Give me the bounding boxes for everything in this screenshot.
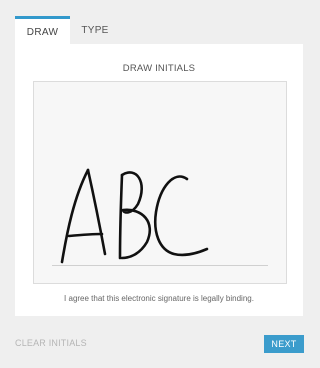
tab-draw-label: DRAW	[26, 26, 59, 38]
initials-dialog: DRAW TYPE DRAW INITIALS I agree that thi…	[0, 0, 320, 368]
next-button[interactable]: NEXT	[264, 335, 304, 353]
signature-baseline	[52, 265, 268, 266]
draw-panel: DRAW INITIALS I agree that this electron…	[15, 44, 303, 316]
mode-tabs: DRAW TYPE	[15, 16, 120, 45]
stroke-a-bar	[67, 232, 104, 238]
stroke-b-spine	[118, 173, 124, 260]
signature-drawing	[60, 168, 209, 264]
panel-title: DRAW INITIALS	[122, 63, 196, 74]
clear-initials-button[interactable]: CLEAR INITIALS	[15, 338, 87, 348]
stroke-b-bowls	[120, 171, 152, 260]
legal-agreement-text: I agree that this electronic signature i…	[64, 294, 254, 303]
stroke-c	[153, 175, 209, 257]
stroke-a-right	[86, 168, 107, 256]
stroke-a-left	[60, 168, 90, 264]
signature-canvas[interactable]	[33, 81, 287, 284]
tab-type-label: TYPE	[81, 24, 109, 36]
tab-draw[interactable]: DRAW	[15, 16, 70, 45]
tab-type[interactable]: TYPE	[70, 16, 120, 44]
